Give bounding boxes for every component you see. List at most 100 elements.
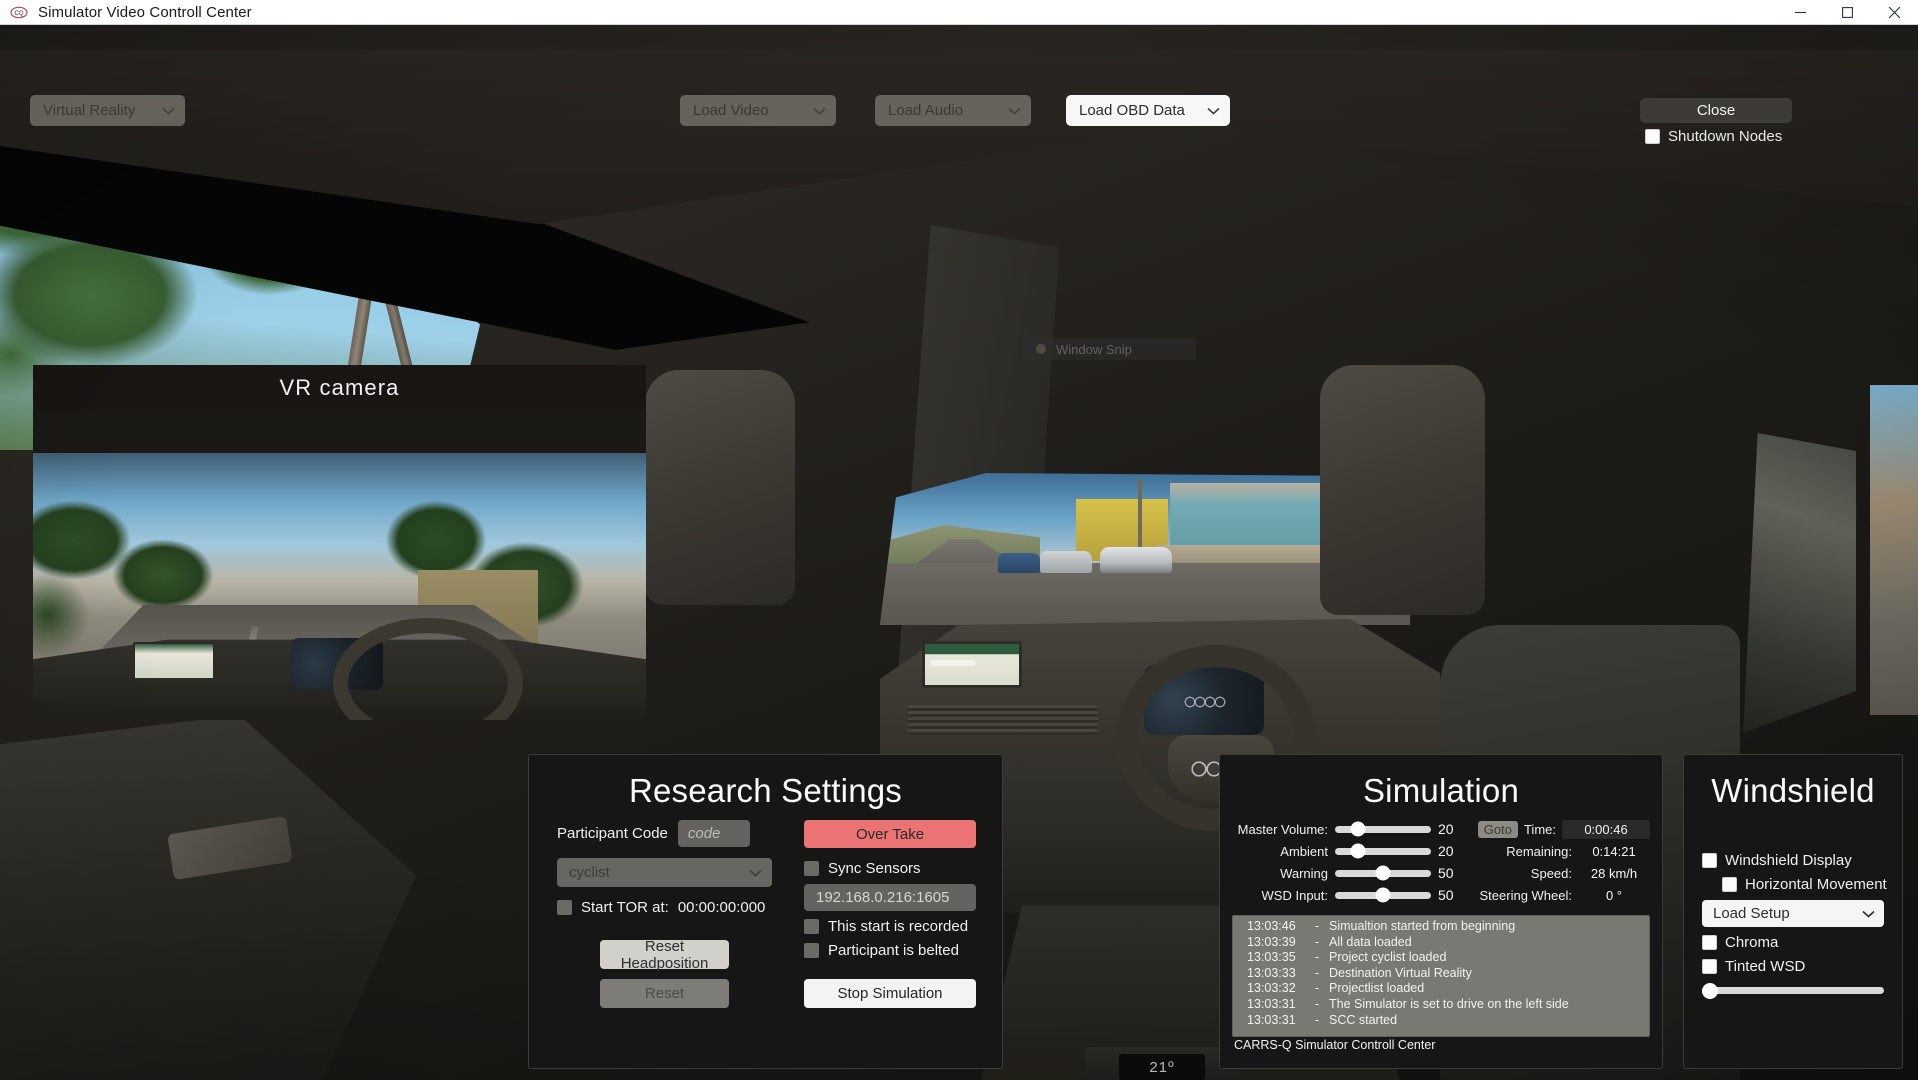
over-take-button[interactable]: Over Take: [804, 820, 976, 848]
vr-camera-label: VR camera: [279, 374, 400, 400]
research-settings-left-column: Participant Code code cyclist Start TOR …: [557, 820, 772, 1008]
log-separator: -: [1314, 919, 1320, 933]
speed-row: Speed: 28 km/h: [1476, 862, 1650, 884]
load-setup-select[interactable]: Load Setup: [1702, 900, 1884, 927]
time-value[interactable]: 0:00:46: [1562, 819, 1650, 839]
slider-value: 20: [1438, 821, 1454, 837]
mode-select[interactable]: Virtual Reality: [30, 95, 185, 126]
log-message: Destination Virtual Reality: [1329, 965, 1472, 980]
log-separator: -: [1314, 934, 1320, 949]
close-button[interactable]: Close: [1640, 98, 1792, 123]
svg-text:CQ: CQ: [15, 11, 24, 17]
simulation-controls: Master Volume: 20 Ambient 20 Warning 50 WSD In…: [1220, 818, 1662, 906]
steering-wheel-label: Steering Wheel:: [1479, 887, 1573, 903]
close-icon[interactable]: [1871, 0, 1918, 25]
slider-thumb[interactable]: [1350, 821, 1366, 837]
chevron-down-icon: [813, 102, 826, 119]
log-line: 13:03:39 - All data loaded: [1233, 935, 1649, 951]
maximize-icon[interactable]: [1824, 0, 1871, 25]
log-separator: -: [1314, 950, 1320, 965]
remaining-label: Remaining:: [1506, 843, 1572, 859]
log-time: 13:03:31: [1247, 1012, 1296, 1027]
load-obd-data-value: Load OBD Data: [1079, 102, 1185, 119]
slider-row: Ambient 20: [1232, 840, 1466, 862]
recorded-row: This start is recorded: [804, 918, 976, 935]
load-video-value: Load Video: [693, 102, 769, 119]
load-audio-value: Load Audio: [888, 102, 964, 119]
slider-thumb[interactable]: [1375, 865, 1391, 881]
log-line: 13:03:35 - Project cyclist loaded: [1233, 950, 1649, 966]
participant-is-belted-checkbox[interactable]: [804, 943, 819, 958]
this-start-is-recorded-checkbox[interactable]: [804, 919, 819, 934]
log-time: 13:03:31: [1247, 996, 1296, 1011]
horizontal-movement-checkbox[interactable]: [1722, 877, 1737, 892]
application-window: CQ Simulator Video Controll Center 21º V…: [0, 0, 1918, 1080]
load-video-select[interactable]: Load Video: [680, 95, 836, 126]
sync-sensors-row: Sync Sensors: [804, 860, 976, 877]
tinted-wsd-checkbox[interactable]: [1702, 959, 1717, 974]
tint-slider-thumb[interactable]: [1702, 982, 1718, 999]
minimize-icon[interactable]: [1777, 0, 1824, 25]
sensor-address-input[interactable]: 192.168.0.216:1605: [804, 884, 976, 911]
research-settings-right-column: Over Take Sync Sensors 192.168.0.216:160…: [804, 820, 976, 1008]
research-settings-body: Participant Code code cyclist Start TOR …: [529, 820, 1002, 1070]
remaining-value: 0:14:21: [1592, 843, 1636, 859]
chroma-row: Chroma: [1702, 934, 1884, 951]
load-obd-data-select[interactable]: Load OBD Data: [1066, 95, 1230, 126]
log-time: 13:03:46: [1247, 919, 1296, 933]
chroma-label: Chroma: [1725, 934, 1779, 951]
log-separator: -: [1314, 981, 1320, 996]
log-time: 13:03:35: [1247, 950, 1296, 965]
window-snip-overlay[interactable]: Window Snip: [1022, 338, 1196, 360]
start-tor-time[interactable]: 00:00:00:000: [678, 899, 766, 916]
stop-simulation-button[interactable]: Stop Simulation: [804, 979, 976, 1008]
vr-camera-feed[interactable]: VR camera: [33, 365, 646, 720]
slider-label: Ambient: [1280, 843, 1328, 859]
scenario-select[interactable]: cyclist: [557, 858, 772, 887]
windshield-display-checkbox[interactable]: [1702, 853, 1717, 868]
title-bar: CQ Simulator Video Controll Center: [0, 0, 1918, 25]
record-dot-icon: [1036, 344, 1046, 354]
slider-thumb[interactable]: [1350, 843, 1366, 859]
load-setup-value: Load Setup: [1713, 905, 1790, 922]
slider-thumb[interactable]: [1375, 887, 1391, 903]
reset-headposition-button[interactable]: Reset Headposition: [600, 938, 729, 972]
slider-track[interactable]: [1335, 887, 1431, 903]
windshield-panel: Windshield Windshield Display Horizontal…: [1683, 754, 1903, 1069]
parked-car: [1100, 547, 1172, 573]
chevron-down-icon: [162, 102, 175, 119]
goto-button[interactable]: Goto: [1477, 820, 1518, 838]
participant-is-belted-label: Participant is belted: [828, 942, 959, 959]
slider-track[interactable]: [1335, 865, 1431, 881]
vr-camera-label-bar: VR camera: [33, 365, 646, 410]
slider-track[interactable]: [1335, 843, 1431, 859]
participant-code-input[interactable]: code: [677, 820, 750, 847]
sync-sensors-checkbox[interactable]: [804, 861, 819, 876]
scenario-select-value: cyclist: [569, 864, 610, 881]
time-row: Goto Time: 0:00:46: [1476, 818, 1650, 840]
simulation-log-footer: CARRS-Q Simulator Controll Center: [1234, 1038, 1436, 1052]
start-tor-checkbox[interactable]: [557, 900, 572, 915]
chroma-checkbox[interactable]: [1702, 935, 1717, 950]
air-vents: [908, 705, 1098, 735]
windshield-title: Windshield: [1711, 772, 1875, 809]
tint-slider[interactable]: [1702, 982, 1884, 999]
belted-row: Participant is belted: [804, 942, 976, 959]
log-message: All data loaded: [1329, 934, 1412, 949]
mode-select-value: Virtual Reality: [43, 102, 136, 119]
right-outside-view: [1870, 385, 1918, 715]
passenger-headrest: [1320, 365, 1485, 615]
utility-pole: [1138, 479, 1142, 557]
slider-row: Warning 50: [1232, 862, 1466, 884]
tinted-wsd-label: Tinted WSD: [1725, 958, 1806, 975]
load-audio-select[interactable]: Load Audio: [875, 95, 1031, 126]
horizontal-movement-row: Horizontal Movement: [1702, 876, 1887, 893]
simulation-panel: Simulation Master Volume: 20 Ambient 20 Warn…: [1219, 754, 1663, 1069]
shutdown-nodes-label: Shutdown Nodes: [1668, 128, 1783, 145]
this-start-is-recorded-label: This start is recorded: [828, 918, 969, 935]
log-line: 13:03:46 - Simualtion started from beginni…: [1233, 919, 1649, 935]
slider-track[interactable]: [1335, 821, 1431, 837]
reset-button[interactable]: Reset: [600, 979, 729, 1008]
shutdown-nodes-checkbox[interactable]: [1645, 129, 1660, 144]
simulation-log[interactable]: 13:03:46- Simualtion started from beginni…: [1232, 915, 1650, 1037]
